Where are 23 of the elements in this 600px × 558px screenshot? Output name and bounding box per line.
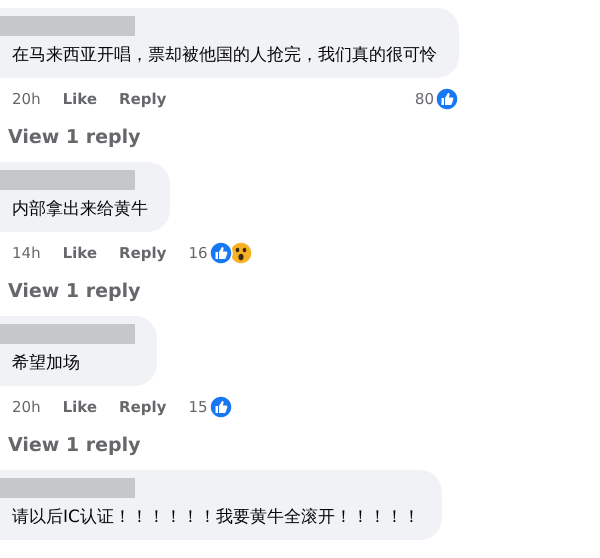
timestamp: 20h: [12, 398, 41, 416]
comment-text: 内部拿出来给黄牛: [12, 198, 148, 221]
surprised-face-icon: [228, 241, 253, 265]
comment-text: 在马来西亚开唱，票却被他国的人抢完，我们真的很可怜: [12, 44, 437, 67]
reply-link[interactable]: Reply: [119, 244, 166, 262]
reply-link[interactable]: Reply: [119, 90, 166, 108]
like-link[interactable]: Like: [62, 244, 98, 262]
thumbs-up-icon: [435, 87, 459, 111]
reaction-count: 80: [414, 90, 434, 108]
timestamp: 20h: [12, 90, 41, 108]
thumbs-up-icon: [208, 241, 233, 265]
reaction-count: 15: [188, 398, 208, 416]
thumbs-up-icon: [208, 395, 233, 419]
comment-text: 请以后IC认证！！！！！！我要黄牛全滚开！！！！！: [12, 506, 420, 529]
reaction-count: 16: [188, 244, 208, 262]
reply-link[interactable]: Reply: [119, 398, 166, 416]
like-link[interactable]: Like: [62, 398, 98, 416]
view-replies-link[interactable]: View 1 reply: [0, 112, 459, 148]
timestamp: 14h: [12, 244, 41, 262]
view-replies-link[interactable]: View 1 reply: [0, 420, 233, 456]
comment-text: 希望加场: [12, 352, 80, 375]
view-replies-link[interactable]: View 1 reply: [0, 266, 253, 302]
like-link[interactable]: Like: [62, 90, 98, 108]
